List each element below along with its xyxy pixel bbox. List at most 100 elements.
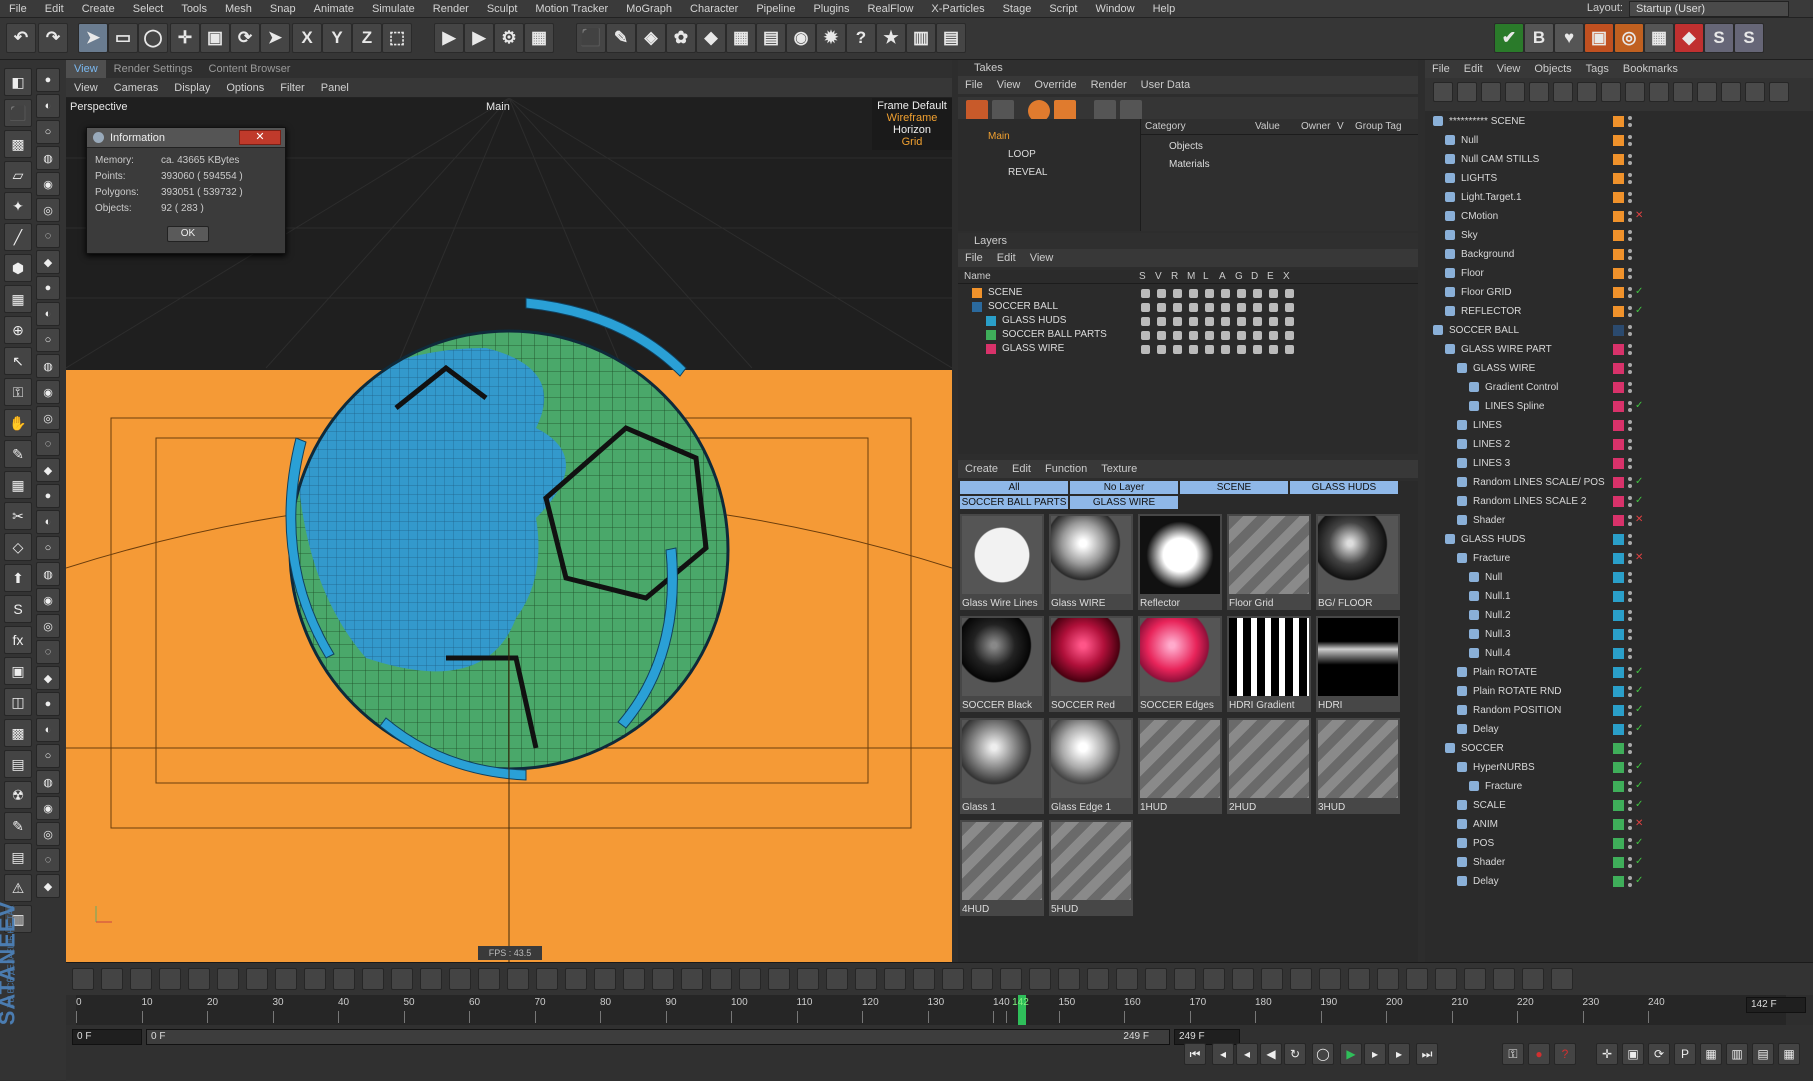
layer-toggle-icon[interactable] <box>1237 345 1246 354</box>
menu-plugins[interactable]: Plugins <box>804 3 858 15</box>
visibility-dot-icon[interactable] <box>1628 591 1632 595</box>
render-dot-icon[interactable] <box>1628 712 1632 716</box>
keyframe-tool-23-icon[interactable] <box>710 968 732 990</box>
takes-col-group-tag[interactable]: Group Tag <box>1355 121 1402 132</box>
viewport-menu-panel[interactable]: Panel <box>313 82 357 94</box>
object-tool-9-icon[interactable] <box>1625 82 1645 102</box>
layer-toggle-icon[interactable] <box>1253 345 1262 354</box>
menu-sculpt[interactable]: Sculpt <box>478 3 527 15</box>
layer-toggle-icon[interactable] <box>1141 331 1150 340</box>
tab-render-settings[interactable]: Render Settings <box>106 60 201 78</box>
render-queue-icon[interactable]: ▥ <box>906 23 936 53</box>
layer-toggle-icon[interactable] <box>1237 331 1246 340</box>
layer-row[interactable]: SOCCER BALL <box>958 300 1418 314</box>
tool-12-icon[interactable]: ◍ <box>36 354 60 378</box>
points-mode-icon[interactable]: ✦ <box>4 192 32 220</box>
keyframe-tool-17-icon[interactable] <box>536 968 558 990</box>
layer-color-tag[interactable] <box>1613 496 1624 507</box>
render-dot-icon[interactable] <box>1628 655 1632 659</box>
object-row[interactable]: Null CAM STILLS <box>1425 150 1813 169</box>
keyframe-tool-28-icon[interactable] <box>855 968 877 990</box>
object-tool-11-icon[interactable] <box>1673 82 1693 102</box>
keyframe-tool-24-icon[interactable] <box>739 968 761 990</box>
keyframe-tool-50-icon[interactable] <box>1493 968 1515 990</box>
layer-toggle-icon[interactable] <box>1237 317 1246 326</box>
objects-menu-objects[interactable]: Objects <box>1527 63 1578 75</box>
layers-menu-file[interactable]: File <box>958 252 990 264</box>
visibility-dot-icon[interactable] <box>1628 344 1632 348</box>
render-dot-icon[interactable] <box>1628 674 1632 678</box>
layer-toggle-icon[interactable] <box>1237 303 1246 312</box>
keyframe-tool-34-icon[interactable] <box>1029 968 1051 990</box>
menu-character[interactable]: Character <box>681 3 747 15</box>
snap-icon[interactable]: ⊕ <box>4 316 32 344</box>
rect-select-icon[interactable]: ▭ <box>108 23 138 53</box>
render-dot-icon[interactable] <box>1628 579 1632 583</box>
layer-toggle-icon[interactable] <box>1141 317 1150 326</box>
visibility-dot-icon[interactable] <box>1628 762 1632 766</box>
tool-15-icon[interactable]: ◌ <box>36 432 60 456</box>
camera-view-icon[interactable]: ▣ <box>4 657 32 685</box>
prev-frame-icon[interactable]: ◂ <box>1236 1043 1258 1065</box>
x-axis-icon[interactable]: X <box>292 23 322 53</box>
visibility-dot-icon[interactable] <box>1628 800 1632 804</box>
enabled-check-icon[interactable]: ✕ <box>1635 818 1643 829</box>
keyframe-tool-20-icon[interactable] <box>623 968 645 990</box>
layer-toggle-icon[interactable] <box>1205 331 1214 340</box>
layer-toggle-icon[interactable] <box>1141 289 1150 298</box>
lasso-icon[interactable]: ◯ <box>138 23 168 53</box>
takes-col-category[interactable]: Category <box>1145 121 1186 132</box>
keyframe-tool-52-icon[interactable] <box>1551 968 1573 990</box>
layer-toggle-icon[interactable] <box>1157 345 1166 354</box>
object-row[interactable]: Null <box>1425 131 1813 150</box>
viewport-menu-cameras[interactable]: Cameras <box>106 82 167 94</box>
layer-col-s[interactable]: S <box>1139 271 1146 282</box>
visibility-dot-icon[interactable] <box>1628 781 1632 785</box>
object-row[interactable]: LINES Spline ✓ <box>1425 397 1813 416</box>
enabled-check-icon[interactable]: ✓ <box>1635 305 1643 316</box>
objects-menu-tags[interactable]: Tags <box>1579 63 1616 75</box>
keyframe-tool-42-icon[interactable] <box>1261 968 1283 990</box>
render-dot-icon[interactable] <box>1628 522 1632 526</box>
extrude-icon[interactable]: ⬆ <box>4 564 32 592</box>
enabled-check-icon[interactable]: ✓ <box>1635 685 1643 696</box>
render-dot-icon[interactable] <box>1628 218 1632 222</box>
keyframe-tool-25-icon[interactable] <box>768 968 790 990</box>
keyframe-tool-9-icon[interactable] <box>304 968 326 990</box>
render-dot-icon[interactable] <box>1628 199 1632 203</box>
layer-toggle-icon[interactable] <box>1285 345 1294 354</box>
tool-27-icon[interactable]: ○ <box>36 744 60 768</box>
layer-color-tag[interactable] <box>1613 838 1624 849</box>
keyframe-tool-47-icon[interactable] <box>1406 968 1428 990</box>
layer-color-tag[interactable] <box>1613 629 1624 640</box>
keyframe-icon[interactable]: ⚿ <box>1502 1043 1524 1065</box>
axis-mode-icon[interactable]: ↖ <box>4 347 32 375</box>
layer-toggle-icon[interactable] <box>1285 303 1294 312</box>
object-tool-12-icon[interactable] <box>1697 82 1717 102</box>
tool-23-icon[interactable]: ◌ <box>36 640 60 664</box>
layer-toggle-icon[interactable] <box>1221 317 1230 326</box>
sculpt-icon[interactable]: ✋ <box>4 409 32 437</box>
visibility-dot-icon[interactable] <box>1628 116 1632 120</box>
layer-color-tag[interactable] <box>1613 724 1624 735</box>
object-tool-15-icon[interactable] <box>1769 82 1789 102</box>
filter-all[interactable]: All <box>960 481 1068 494</box>
enabled-check-icon[interactable]: ✓ <box>1635 704 1643 715</box>
layer-toggle-icon[interactable] <box>1189 345 1198 354</box>
object-row[interactable]: LINES 2 <box>1425 435 1813 454</box>
material-soccer-red[interactable]: SOCCER Red <box>1049 616 1133 712</box>
layer-toggle-icon[interactable] <box>1189 317 1198 326</box>
keyframe-tool-29-icon[interactable] <box>884 968 906 990</box>
rotate-icon[interactable]: ⟳ <box>230 23 260 53</box>
help-icon[interactable]: ? <box>846 23 876 53</box>
layers-menu-edit[interactable]: Edit <box>990 252 1023 264</box>
keyframe-tool-39-icon[interactable] <box>1174 968 1196 990</box>
visibility-dot-icon[interactable] <box>1628 553 1632 557</box>
close-button[interactable]: ✕ <box>239 130 281 145</box>
object-tool-13-icon[interactable] <box>1721 82 1741 102</box>
ok-button[interactable]: OK <box>167 226 209 242</box>
layer-row[interactable]: SOCCER BALL PARTS <box>958 328 1418 342</box>
enabled-check-icon[interactable]: ✓ <box>1635 761 1643 772</box>
render-dot-icon[interactable] <box>1628 807 1632 811</box>
takes-menu-override[interactable]: Override <box>1027 79 1083 91</box>
